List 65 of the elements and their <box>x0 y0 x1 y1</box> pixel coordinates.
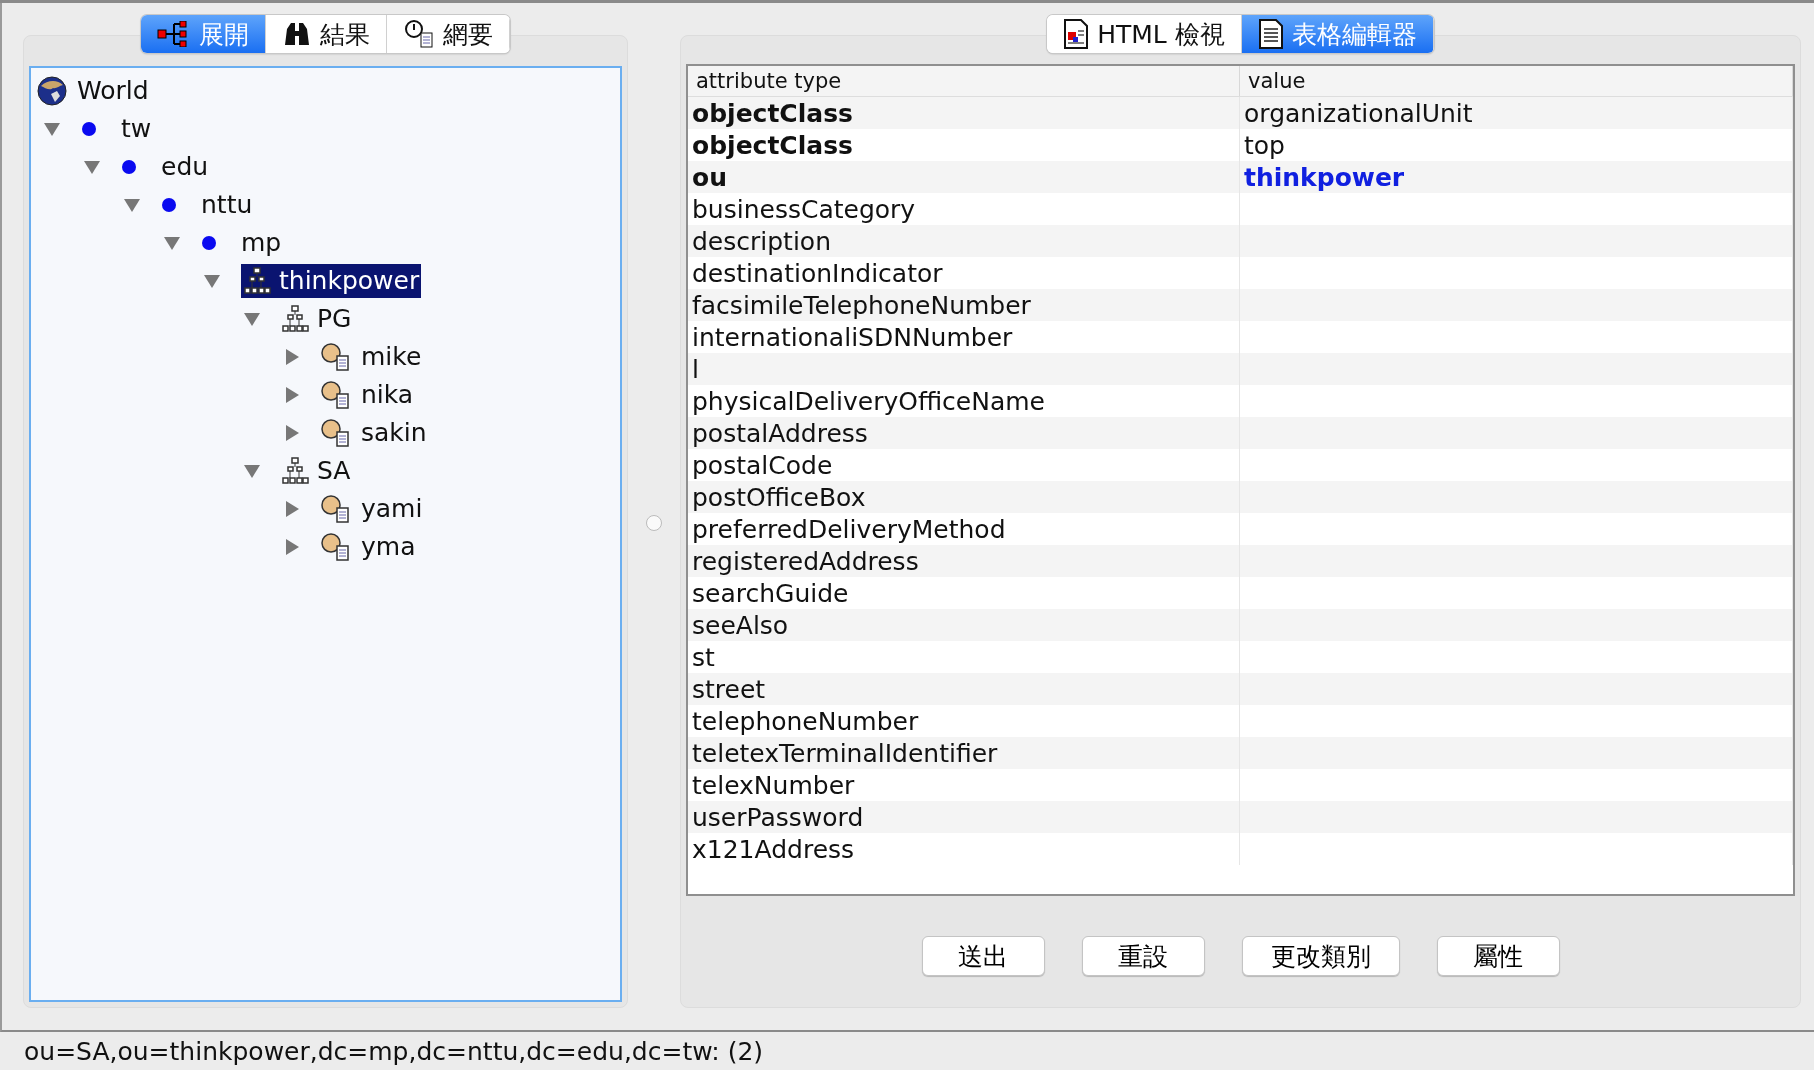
action-button[interactable]: 送出 <box>921 936 1045 976</box>
attribute-name: description <box>688 225 1240 257</box>
expander-icon[interactable] <box>203 272 221 290</box>
tree-item[interactable]: yami <box>359 492 425 526</box>
org-chart-icon <box>281 305 309 333</box>
attribute-name: userPassword <box>688 801 1240 833</box>
expander-icon[interactable] <box>283 386 301 404</box>
attribute-name: x121Address <box>688 833 1240 865</box>
dot-icon <box>121 159 137 175</box>
tab[interactable]: 網要 <box>387 15 510 53</box>
expander-icon[interactable] <box>83 158 101 176</box>
attribute-name: facsimileTelephoneNumber <box>688 289 1240 321</box>
tree-item[interactable]: mp <box>239 226 284 260</box>
attribute-name: ou <box>688 161 1240 193</box>
document-icon <box>1063 19 1090 49</box>
dot-icon <box>161 197 177 213</box>
column-header[interactable]: value <box>1240 66 1793 96</box>
expander-icon[interactable] <box>283 500 301 518</box>
attribute-name: postalAddress <box>688 417 1240 449</box>
document-icon <box>1257 19 1284 49</box>
action-button[interactable]: 重設 <box>1081 936 1205 976</box>
tree-item[interactable]: nttu <box>199 188 255 222</box>
tree-item[interactable]: PG <box>315 302 354 336</box>
tree-item[interactable]: sakin <box>359 416 429 450</box>
dot-icon <box>201 235 217 251</box>
splitter-handle[interactable] <box>646 514 662 531</box>
selected-tree-item[interactable]: thinkpower <box>241 264 422 298</box>
action-button[interactable]: 屬性 <box>1436 936 1560 976</box>
tree-item[interactable]: SA <box>315 454 353 488</box>
tab[interactable]: 表格編輯器 <box>1241 15 1434 53</box>
magnifier-document-icon <box>403 19 435 49</box>
attribute-name: objectClass <box>688 97 1240 129</box>
expander-icon[interactable] <box>283 538 301 556</box>
expander-icon[interactable] <box>243 310 261 328</box>
expander-icon[interactable] <box>283 424 301 442</box>
tab[interactable]: 結果 <box>266 15 387 53</box>
tab[interactable]: HTML 檢視 <box>1047 15 1242 53</box>
binoculars-icon <box>282 21 312 47</box>
action-button[interactable]: 更改類別 <box>1241 936 1400 976</box>
expander-icon[interactable] <box>43 120 61 138</box>
attribute-name: l <box>688 353 1240 385</box>
attribute-name: postOfficeBox <box>688 481 1240 513</box>
attribute-name: street <box>688 673 1240 705</box>
org-chart-icon <box>243 267 271 295</box>
expander-icon[interactable] <box>163 234 181 252</box>
tab[interactable]: 展開 <box>141 15 266 53</box>
attribute-name: teletexTerminalIdentifier <box>688 737 1240 769</box>
tree-item[interactable]: nika <box>359 378 416 412</box>
tree-root[interactable]: World <box>75 74 151 108</box>
attribute-name: registeredAddress <box>688 545 1240 577</box>
tree-item[interactable]: yma <box>359 530 418 564</box>
column-header[interactable]: attribute type <box>688 66 1240 96</box>
expander-icon[interactable] <box>123 196 141 214</box>
tree-item[interactable]: edu <box>159 150 211 184</box>
status-text: ou=SA,ou=thinkpower,dc=mp,dc=nttu,dc=edu,dc=tw: (2) <box>24 1036 764 1066</box>
org-chart-icon <box>281 457 309 485</box>
expander-icon[interactable] <box>283 348 301 366</box>
attribute-value[interactable]: thinkpower <box>1240 161 1793 193</box>
expander-icon[interactable] <box>243 462 261 480</box>
tree-item[interactable]: mike <box>359 340 424 374</box>
attribute-value[interactable]: organizationalUnit <box>1240 97 1793 129</box>
tree-item[interactable]: tw <box>119 112 154 146</box>
attribute-name: seeAlso <box>688 609 1240 641</box>
dot-icon <box>81 121 97 137</box>
globe-icon <box>37 76 67 106</box>
